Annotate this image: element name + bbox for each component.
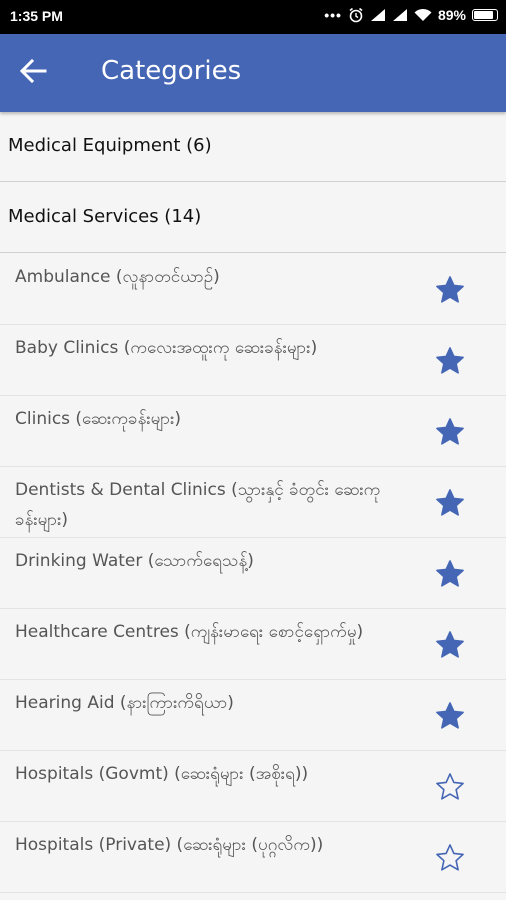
list-item[interactable]: Drinking Water (သောက်ရေသန့်)	[0, 538, 506, 609]
list-item[interactable]: Hospitals (Private) (ဆေးရုံများ (ပုဂ္ဂလိ…	[0, 822, 506, 893]
star-filled-icon[interactable]	[434, 558, 466, 590]
list-item[interactable]: Healthcare Centres (ကျန်းမာရေး စောင့်ရှေ…	[0, 609, 506, 680]
list-item-label: Hospitals (Govmt) (ဆေးရုံများ (အစိုးရ))	[15, 764, 309, 784]
category-group-medical-services[interactable]: Medical Services (14)	[0, 183, 506, 253]
battery-percent: 89%	[437, 7, 466, 23]
list-item[interactable]: Dentists & Dental Clinics (သွားနှင့် ခံတ…	[0, 467, 506, 538]
status-time: 1:35 PM	[10, 8, 63, 24]
signal-1-icon	[370, 8, 386, 22]
signal-2-icon	[392, 8, 408, 22]
list-item[interactable]: Hospitals (Govmt) (ဆေးရုံများ (အစိုးရ))	[0, 751, 506, 822]
group-label: Medical Services (14)	[8, 206, 202, 227]
back-button[interactable]	[18, 56, 58, 90]
alarm-icon	[348, 7, 364, 23]
list-item-label: Healthcare Centres (ကျန်းမာရေး စောင့်ရှေ…	[15, 622, 364, 642]
list-item-label: Hospitals (Private) (ဆေးရုံများ (ပုဂ္ဂလိ…	[15, 835, 324, 855]
list-item[interactable]: Hearing Aid (နားကြားကိရိယာ)	[0, 680, 506, 751]
status-bar: 1:35 PM ••• 89%	[0, 0, 506, 34]
list-item[interactable]: Ambulance (လူနာတင်ယာဉ်)	[0, 254, 506, 325]
group-label: Medical Equipment (6)	[8, 135, 212, 156]
star-outline-icon[interactable]	[434, 842, 466, 874]
star-outline-icon[interactable]	[434, 771, 466, 803]
app-bar: Categories	[0, 34, 506, 112]
list-item-label: Hearing Aid (နားကြားကိရိယာ)	[15, 693, 234, 713]
category-group-medical-equipment[interactable]: Medical Equipment (6)	[0, 112, 506, 182]
wifi-icon	[414, 8, 432, 22]
list-item-label: Ambulance (လူနာတင်ယာဉ်)	[15, 267, 220, 287]
page-title: Categories	[101, 56, 242, 86]
status-icons: ••• 89%	[324, 7, 498, 23]
star-filled-icon[interactable]	[434, 345, 466, 377]
star-filled-icon[interactable]	[434, 629, 466, 661]
arrow-back-icon	[19, 58, 47, 84]
list-item[interactable]: Clinics (ဆေးကုခန်းများ)	[0, 396, 506, 467]
list-item-label: Baby Clinics (ကလေးအထူးကု ဆေးခန်းများ)	[15, 338, 318, 358]
list-item-label: Clinics (ဆေးကုခန်းများ)	[15, 409, 182, 429]
battery-icon	[472, 9, 498, 21]
list-item-label: Drinking Water (သောက်ရေသန့်)	[15, 551, 254, 571]
star-filled-icon[interactable]	[434, 700, 466, 732]
notification-dots-icon: •••	[324, 7, 342, 23]
star-filled-icon[interactable]	[434, 274, 466, 306]
list-item-label: Dentists & Dental Clinics (သွားနှင့် ခံတ…	[15, 480, 381, 530]
list-item[interactable]: Baby Clinics (ကလေးအထူးကု ဆေးခန်းများ)	[0, 325, 506, 396]
star-filled-icon[interactable]	[434, 487, 466, 519]
star-filled-icon[interactable]	[434, 416, 466, 448]
